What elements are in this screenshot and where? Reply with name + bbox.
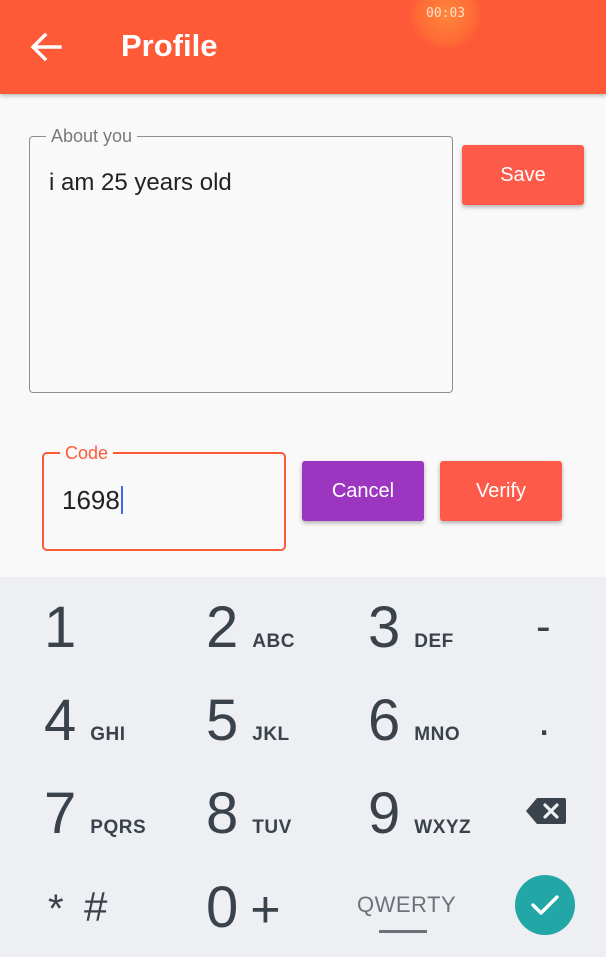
app-bar: Profile 00:03: [0, 0, 606, 94]
cancel-button[interactable]: Cancel: [302, 461, 424, 521]
key-2[interactable]: 2 ABC: [206, 597, 295, 659]
key-7-letters: PQRS: [90, 817, 147, 838]
qwerty-switch[interactable]: QWERTY: [357, 892, 456, 918]
page-title: Profile: [121, 28, 218, 63]
code-value: 1698: [62, 485, 120, 515]
key-minus[interactable]: -: [536, 605, 551, 649]
backspace-icon[interactable]: [525, 797, 567, 825]
key-7-digit: 7: [44, 781, 77, 846]
key-1[interactable]: 1: [44, 597, 76, 659]
key-8-letters: TUV: [252, 817, 292, 838]
code-input[interactable]: 1698: [62, 484, 123, 516]
key-9-letters: WXYZ: [414, 817, 472, 838]
about-you-value[interactable]: i am 25 years old: [49, 168, 232, 198]
about-you-label: About you: [51, 126, 133, 146]
key-0[interactable]: 0 +: [206, 877, 281, 941]
key-5-letters: JKL: [252, 724, 290, 745]
key-0-plus: +: [250, 881, 281, 939]
text-cursor: [120, 486, 123, 514]
key-7[interactable]: 7 PQRS: [44, 783, 146, 845]
key-4-letters: GHI: [90, 724, 126, 745]
about-you-field[interactable]: About you: [29, 127, 453, 393]
key-3-letters: DEF: [414, 631, 454, 652]
key-6[interactable]: 6 MNO: [368, 690, 460, 752]
checkmark-icon: [531, 895, 559, 915]
key-3[interactable]: 3 DEF: [368, 597, 454, 659]
key-6-letters: MNO: [414, 724, 461, 745]
key-1-digit: 1: [44, 595, 77, 660]
qwerty-underline: [379, 930, 427, 933]
key-0-digit: 0: [206, 875, 239, 940]
key-6-digit: 6: [368, 688, 401, 753]
enter-button[interactable]: [515, 875, 575, 935]
verify-button[interactable]: Verify: [440, 461, 562, 521]
key-5[interactable]: 5 JKL: [206, 690, 290, 752]
key-2-digit: 2: [206, 595, 239, 660]
key-8[interactable]: 8 TUV: [206, 783, 292, 845]
key-hash[interactable]: #: [84, 885, 107, 929]
save-button[interactable]: Save: [462, 145, 584, 205]
key-9[interactable]: 9 WXYZ: [368, 783, 471, 845]
numeric-keyboard: 1 2 ABC 3 DEF - 4 GHI 5 JKL 6 MNO . 7 PQRS 8 TU…: [0, 577, 606, 957]
key-2-letters: ABC: [252, 631, 295, 652]
key-8-digit: 8: [206, 781, 239, 846]
key-4[interactable]: 4 GHI: [44, 690, 126, 752]
recording-time: 00:03: [426, 6, 466, 21]
key-9-digit: 9: [368, 781, 401, 846]
arrow-left-icon[interactable]: [30, 32, 62, 62]
key-dot[interactable]: .: [538, 699, 550, 743]
code-label: Code: [65, 443, 109, 463]
key-4-digit: 4: [44, 688, 77, 753]
key-3-digit: 3: [368, 595, 401, 660]
key-star[interactable]: *: [48, 887, 64, 931]
key-5-digit: 5: [206, 688, 239, 753]
